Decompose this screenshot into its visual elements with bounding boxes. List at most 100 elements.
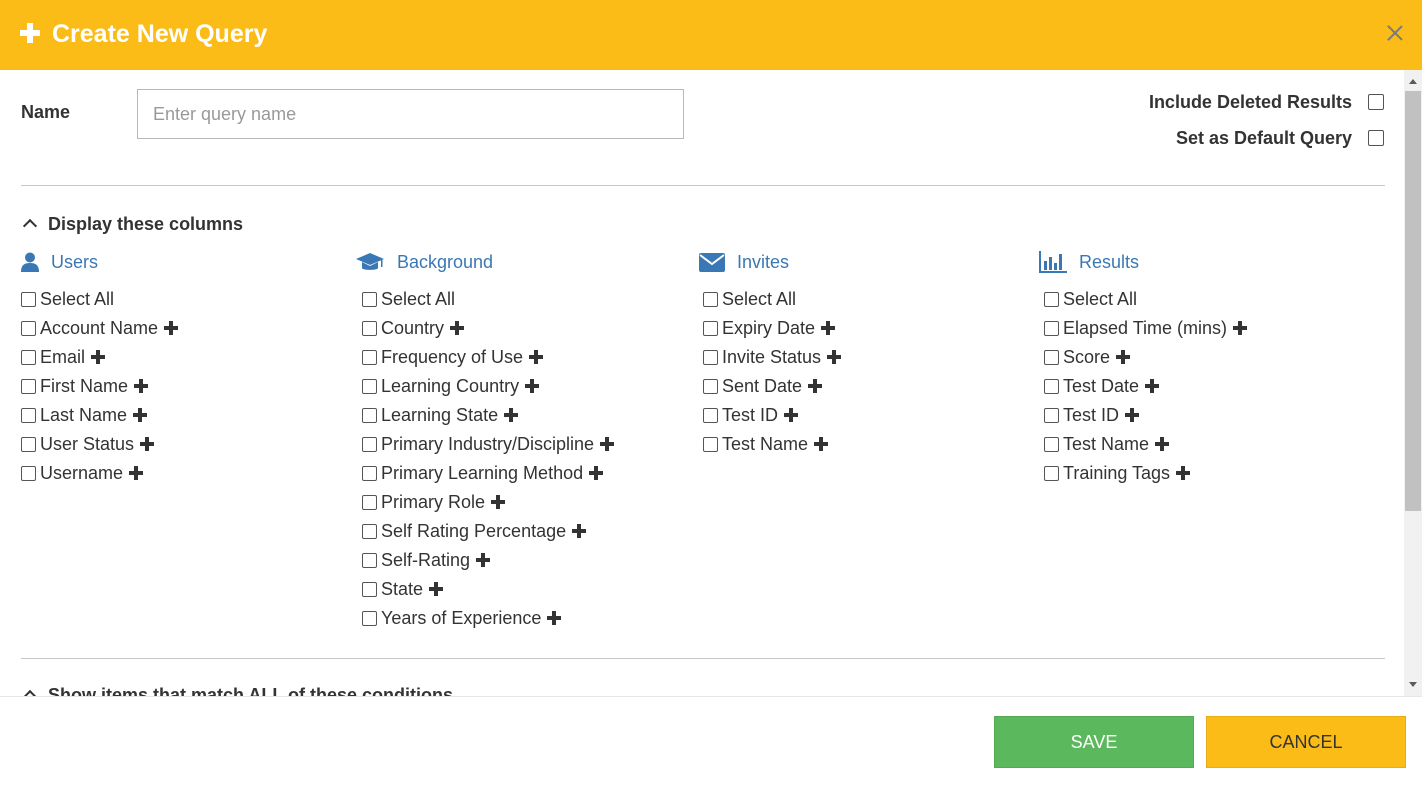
column-option[interactable]: Self-Rating xyxy=(362,549,491,571)
plus-icon[interactable] xyxy=(450,321,465,335)
column-option[interactable]: First Name xyxy=(21,375,149,397)
checkbox[interactable] xyxy=(362,610,377,626)
checkbox[interactable] xyxy=(1044,378,1059,394)
column-option[interactable]: Test ID xyxy=(703,404,799,426)
scroll-up-arrow-icon[interactable] xyxy=(1409,79,1417,84)
plus-icon[interactable] xyxy=(91,350,106,364)
checkbox[interactable] xyxy=(1044,465,1059,481)
plus-icon[interactable] xyxy=(525,379,540,393)
plus-icon[interactable] xyxy=(547,611,562,625)
column-option[interactable]: Select All xyxy=(703,288,796,310)
column-option[interactable]: Last Name xyxy=(21,404,148,426)
checkbox[interactable] xyxy=(1044,320,1059,336)
checkbox[interactable] xyxy=(362,320,377,336)
column-option[interactable]: Username xyxy=(21,462,144,484)
plus-icon[interactable] xyxy=(814,437,829,451)
column-option[interactable]: Frequency of Use xyxy=(362,346,544,368)
column-option[interactable]: Learning State xyxy=(362,404,519,426)
plus-icon[interactable] xyxy=(164,321,179,335)
column-option[interactable]: Select All xyxy=(21,288,114,310)
plus-icon[interactable] xyxy=(572,524,587,538)
checkbox[interactable] xyxy=(703,436,718,452)
checkbox[interactable] xyxy=(1044,407,1059,423)
plus-icon[interactable] xyxy=(529,350,544,364)
plus-icon[interactable] xyxy=(1145,379,1160,393)
column-option[interactable]: Test Name xyxy=(1044,433,1170,455)
column-option[interactable]: Elapsed Time (mins) xyxy=(1044,317,1248,339)
plus-icon[interactable] xyxy=(600,437,615,451)
checkbox[interactable] xyxy=(21,436,36,452)
plus-icon[interactable] xyxy=(134,379,149,393)
column-option[interactable]: Learning Country xyxy=(362,375,540,397)
checkbox[interactable] xyxy=(21,291,36,307)
column-option[interactable]: Select All xyxy=(1044,288,1137,310)
checkbox[interactable] xyxy=(362,552,377,568)
close-icon[interactable] xyxy=(1384,22,1406,44)
plus-icon[interactable] xyxy=(1125,408,1140,422)
checkbox[interactable] xyxy=(21,349,36,365)
plus-icon[interactable] xyxy=(1116,350,1131,364)
display-columns-title[interactable]: Display these columns xyxy=(48,214,243,235)
checkbox[interactable] xyxy=(1044,436,1059,452)
plus-icon[interactable] xyxy=(429,582,444,596)
column-option[interactable]: Expiry Date xyxy=(703,317,836,339)
checkbox[interactable] xyxy=(362,291,377,307)
checkbox[interactable] xyxy=(21,465,36,481)
checkbox[interactable] xyxy=(362,494,377,510)
scroll-down-arrow-icon[interactable] xyxy=(1409,682,1417,687)
column-option[interactable]: Training Tags xyxy=(1044,462,1191,484)
plus-icon[interactable] xyxy=(476,553,491,567)
column-option[interactable]: Score xyxy=(1044,346,1131,368)
checkbox[interactable] xyxy=(703,378,718,394)
column-option[interactable]: Self Rating Percentage xyxy=(362,520,587,542)
column-option[interactable]: State xyxy=(362,578,444,600)
query-name-input[interactable] xyxy=(137,89,684,139)
column-option[interactable]: Test ID xyxy=(1044,404,1140,426)
checkbox[interactable] xyxy=(21,378,36,394)
checkbox[interactable] xyxy=(21,407,36,423)
plus-icon[interactable] xyxy=(784,408,799,422)
plus-icon[interactable] xyxy=(491,495,506,509)
save-button[interactable]: SAVE xyxy=(994,716,1194,768)
column-option[interactable]: Invite Status xyxy=(703,346,842,368)
checkbox[interactable] xyxy=(703,320,718,336)
column-option[interactable]: User Status xyxy=(21,433,155,455)
checkbox[interactable] xyxy=(362,523,377,539)
checkbox[interactable] xyxy=(703,291,718,307)
checkbox[interactable] xyxy=(362,581,377,597)
checkbox[interactable] xyxy=(362,407,377,423)
checkbox[interactable] xyxy=(362,436,377,452)
column-option[interactable]: Test Date xyxy=(1044,375,1160,397)
checkbox[interactable] xyxy=(21,320,36,336)
checkbox[interactable] xyxy=(1044,349,1059,365)
column-option[interactable]: Sent Date xyxy=(703,375,823,397)
plus-icon[interactable] xyxy=(1233,321,1248,335)
column-option[interactable]: Primary Learning Method xyxy=(362,462,604,484)
checkbox[interactable] xyxy=(362,378,377,394)
column-option[interactable]: Select All xyxy=(362,288,455,310)
checkbox[interactable] xyxy=(703,349,718,365)
cancel-button[interactable]: CANCEL xyxy=(1206,716,1406,768)
column-option[interactable]: Account Name xyxy=(21,317,179,339)
scrollbar-thumb[interactable] xyxy=(1405,91,1421,511)
plus-icon[interactable] xyxy=(140,437,155,451)
column-option[interactable]: Country xyxy=(362,317,465,339)
checkbox[interactable] xyxy=(703,407,718,423)
column-option[interactable]: Email xyxy=(21,346,106,368)
plus-icon[interactable] xyxy=(504,408,519,422)
checkbox[interactable] xyxy=(1044,291,1059,307)
plus-icon[interactable] xyxy=(129,466,144,480)
checkbox[interactable] xyxy=(362,349,377,365)
column-option[interactable]: Primary Industry/Discipline xyxy=(362,433,615,455)
checkbox[interactable] xyxy=(362,465,377,481)
default-query-checkbox[interactable] xyxy=(1368,130,1384,146)
column-option[interactable]: Primary Role xyxy=(362,491,506,513)
include-deleted-checkbox[interactable] xyxy=(1368,94,1384,110)
column-option[interactable]: Test Name xyxy=(703,433,829,455)
plus-icon[interactable] xyxy=(1176,466,1191,480)
plus-icon[interactable] xyxy=(1155,437,1170,451)
plus-icon[interactable] xyxy=(808,379,823,393)
column-option[interactable]: Years of Experience xyxy=(362,607,562,629)
plus-icon[interactable] xyxy=(133,408,148,422)
plus-icon[interactable] xyxy=(821,321,836,335)
